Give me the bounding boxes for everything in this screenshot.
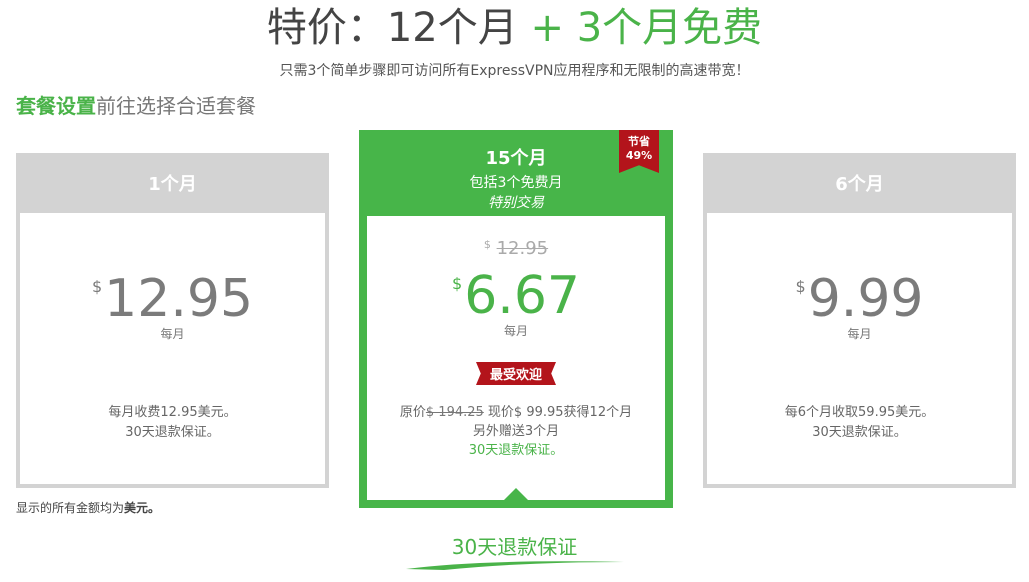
plan-note: 每6个月收取59.95美元。 30天退款保证。 <box>707 403 1012 443</box>
step-active: 套餐设置 <box>16 94 96 118</box>
plan-card-1-month[interactable]: 1个月 $12.95 每月 每月收费12.95美元。 30天退款保证。 <box>16 153 329 488</box>
disclaimer-prefix: 显示的所有金额均为 <box>16 501 125 515</box>
price-period: 每月 <box>160 327 185 341</box>
plan-body: $9.99 每月 每6个月收取59.95美元。 30天退款保证。 <box>707 213 1012 484</box>
plan-body: $12.95 每月 每月收费12.95美元。 30天退款保证。 <box>20 213 325 484</box>
swoosh-underline-icon <box>406 561 624 570</box>
note-old-total: $ 194.25 <box>425 405 484 420</box>
page-subtitle: 只需3个简单步骤即可访问所有ExpressVPN应用程序和无限制的高速带宽！ <box>279 63 750 79</box>
note-line-2: 30天退款保证。 <box>125 425 220 440</box>
note-prefix: 原价 <box>399 405 426 420</box>
ribbon-line-1: 节省 <box>628 135 650 148</box>
currency-symbol: $ <box>795 277 806 296</box>
note-line-2: 另外赠送3个月 <box>472 424 560 439</box>
note-line-1: 每月收费12.95美元。 <box>108 405 237 420</box>
step-rest: 前往选择合适套餐 <box>96 94 256 118</box>
plan-note: 每月收费12.95美元。 30天退款保证。 <box>20 403 325 443</box>
price-period: 每月 <box>847 327 872 341</box>
price-period: 每月 <box>503 324 528 338</box>
old-currency-symbol: $ <box>483 238 491 251</box>
price-value: 6.67 <box>464 266 580 326</box>
plan-price: $6.67 <box>367 268 665 324</box>
note-line-3: 30天退款保证。 <box>468 443 564 458</box>
title-accent: + 3个月免费 <box>530 5 763 51</box>
steps-breadcrumb: 套餐设置前往选择合适套餐 <box>16 90 256 119</box>
selected-pointer <box>504 488 528 500</box>
price-value: 9.99 <box>807 269 924 329</box>
ribbon-line-2: 49% <box>625 149 653 162</box>
plan-price: $9.99 <box>707 271 1012 327</box>
page-title: 特价：12个月 + 3个月免费 <box>0 2 1029 54</box>
currency-disclaimer: 显示的所有金额均为美元。 <box>16 499 160 516</box>
plan-title: 1个月 <box>148 174 197 195</box>
plan-note: 原价$ 194.25 现价$ 99.95获得12个月 另外赠送3个月 30天退款… <box>367 403 665 460</box>
note-line-1: 每6个月收取59.95美元。 <box>784 405 935 420</box>
money-back-guarantee: 30天退款保证 <box>451 535 578 559</box>
currency-symbol: $ <box>91 277 103 296</box>
note-mid: 现价$ 99.95获得12个月 <box>483 405 633 420</box>
plan-title: 6个月 <box>835 174 884 195</box>
plan-card-15-months[interactable]: 15个月 包括3个免费月 特别交易 节省 49% $ 12.95 $6.67 每… <box>359 130 673 508</box>
plan-price: $12.95 <box>20 271 325 327</box>
note-line-2: 30天退款保证。 <box>812 425 907 440</box>
plan-body: $ 12.95 $6.67 每月 最受欢迎 原价$ 194.25 现价$ 99.… <box>367 216 665 500</box>
old-price-value: 12.95 <box>496 238 549 259</box>
plan-subtitle: 包括3个免费月 <box>469 175 563 191</box>
plan-card-6-months[interactable]: 6个月 $9.99 每月 每6个月收取59.95美元。 30天退款保证。 <box>703 153 1016 488</box>
price-value: 12.95 <box>104 269 254 329</box>
currency-symbol: $ <box>452 274 463 293</box>
old-price: $ 12.95 <box>367 238 665 259</box>
note-line-1: 原价$ 194.25 现价$ 99.95获得12个月 <box>367 403 665 422</box>
most-popular-badge: 最受欢迎 <box>475 362 557 385</box>
disclaimer-bold: 美元。 <box>124 501 161 515</box>
title-main: 特价：12个月 <box>266 5 518 51</box>
plan-tag: 特别交易 <box>488 195 544 211</box>
